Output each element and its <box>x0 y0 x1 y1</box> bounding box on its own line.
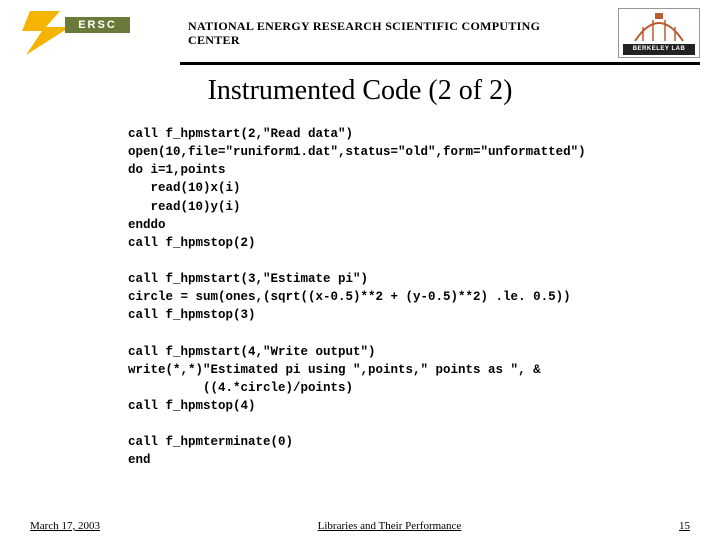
berkeley-lab-logo: BERKELEY LAB <box>618 8 700 58</box>
nersc-text: ERSC <box>65 17 130 33</box>
org-name: NATIONAL ENERGY RESEARCH SCIENTIFIC COMP… <box>188 19 618 48</box>
org-line1: NATIONAL ENERGY RESEARCH SCIENTIFIC COMP… <box>188 19 540 33</box>
slide-footer: March 17, 2003 Libraries and Their Perfo… <box>0 520 720 532</box>
footer-title: Libraries and Their Performance <box>100 520 679 532</box>
slide-header: ERSC NATIONAL ENERGY RESEARCH SCIENTIFIC… <box>0 0 720 60</box>
nersc-logo: ERSC <box>20 13 130 53</box>
lab-label: BERKELEY LAB <box>623 44 695 55</box>
org-line2: CENTER <box>188 33 240 47</box>
slide-title: Instrumented Code (2 of 2) <box>0 75 720 107</box>
building-icon <box>629 13 689 43</box>
header-divider <box>180 62 700 65</box>
code-block: call f_hpmstart(2,"Read data") open(10,f… <box>128 125 720 469</box>
page-number: 15 <box>679 520 690 532</box>
footer-date: March 17, 2003 <box>30 520 100 532</box>
